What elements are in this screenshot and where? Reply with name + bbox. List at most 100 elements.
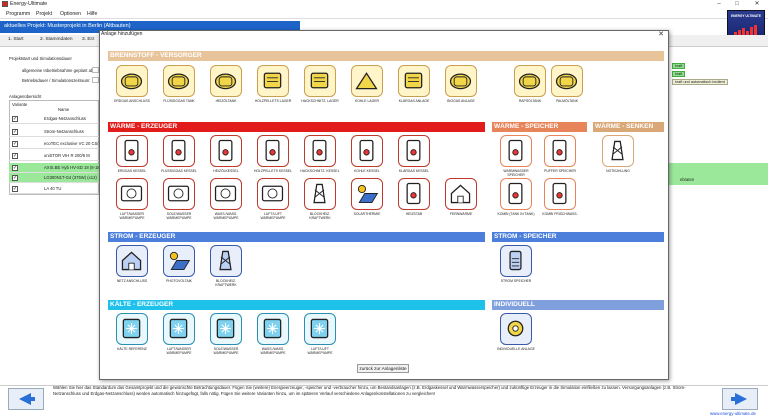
- tile-lpg-tank[interactable]: [163, 65, 195, 97]
- cooling-air-air-icon: [310, 318, 329, 339]
- tile-label: PUFFER SPEICHER: [544, 169, 576, 173]
- tile-cooling-air-air[interactable]: [304, 313, 336, 345]
- tile-lpg-boiler[interactable]: [163, 135, 195, 167]
- tile-combi-fresh-water[interactable]: [544, 178, 576, 210]
- section-waerme-erzeuger: WÄRME - ERZEUGER: [108, 122, 485, 132]
- menu-projekt[interactable]: Projekt: [36, 11, 52, 17]
- row-checkbox[interactable]: ✓: [12, 129, 18, 135]
- coal-pile-icon: [355, 72, 378, 90]
- arrow-left-icon: [19, 393, 35, 405]
- tile-label: PHOTOVOLTAIK: [166, 279, 192, 283]
- auto-operate-button[interactable]: kraft und automatisch bedient: [672, 79, 728, 85]
- tile-gas-boiler[interactable]: [116, 135, 148, 167]
- tile-cooling-reference[interactable]: [116, 313, 148, 345]
- maximize-button[interactable]: □: [730, 0, 744, 8]
- tile-emergency-cooling[interactable]: [602, 135, 634, 167]
- tile-label: KOHLE LAGER: [355, 99, 379, 103]
- menu-optionen[interactable]: Optionen: [60, 11, 81, 17]
- tile-label: BLOCKHEIZ. KRAFTWERK: [215, 279, 237, 288]
- tab-erzeuger[interactable]: 3. Erz: [82, 37, 95, 42]
- tile-coal-boiler[interactable]: [351, 135, 383, 167]
- tile-pellet-storage[interactable]: [257, 65, 289, 97]
- back-to-list-button[interactable]: zurück zur Anlagenliste: [357, 364, 409, 373]
- tile-sewage-gas[interactable]: [398, 65, 430, 97]
- tile-chp[interactable]: [304, 178, 336, 210]
- tile-heating-rod[interactable]: [398, 178, 430, 210]
- tile-biogas[interactable]: [445, 65, 477, 97]
- tile-label: KLÄRGAS KESSEL: [398, 169, 430, 173]
- tab-stammdaten[interactable]: 2. Stammdaten: [40, 37, 73, 42]
- tile-water-water-heatpump[interactable]: [210, 178, 242, 210]
- start-date-field[interactable]: [92, 67, 99, 73]
- back-nav-button[interactable]: [8, 388, 44, 410]
- row-checkbox[interactable]: ✓: [12, 175, 18, 181]
- tile-woodchip-boiler[interactable]: [304, 135, 336, 167]
- forward-nav-button[interactable]: [722, 388, 758, 410]
- tile-individual-plant[interactable]: [500, 313, 532, 345]
- tile-cooling-air-water[interactable]: [163, 313, 195, 345]
- tile-hot-water-tank[interactable]: [500, 135, 532, 167]
- tile-label: ERDGAS KESSEL: [117, 169, 147, 173]
- tile-cooling-water-water[interactable]: [257, 313, 289, 345]
- tile-label: HEIZÖLKESSEL: [213, 169, 239, 173]
- website-link[interactable]: www.energy-ultimate.de: [710, 411, 756, 416]
- row-checkbox[interactable]: ✓: [12, 141, 18, 147]
- tile-solarthermal[interactable]: [351, 178, 383, 210]
- tile-grid-connection[interactable]: [116, 245, 148, 277]
- cooling-air-water-icon: [169, 318, 188, 339]
- tile-label: KOMBI (TANK IN TANK): [497, 212, 535, 216]
- col-variante: Variante: [12, 102, 28, 107]
- tile-label: WASS./WASS. WÄRMEPUMPE: [213, 212, 239, 221]
- tile-coal-pile[interactable]: [351, 65, 383, 97]
- duration-field[interactable]: [92, 77, 99, 83]
- tile-chp-power[interactable]: [210, 245, 242, 277]
- pellet-boiler-icon: [265, 139, 280, 162]
- dialog-close-button[interactable]: ✕: [655, 30, 667, 39]
- tile-air-water-heatpump[interactable]: [116, 178, 148, 210]
- tile-pellet-boiler[interactable]: [257, 135, 289, 167]
- tile-label: KOHLE KESSEL: [354, 169, 380, 173]
- green-button-1[interactable]: kraft: [672, 63, 686, 69]
- section-individuell: INDIVIDUELL: [492, 300, 664, 310]
- tile-oil-boiler[interactable]: [210, 135, 242, 167]
- tile-label: LUFT/WASSER WÄRMEPUMPE: [166, 347, 192, 356]
- minimize-button[interactable]: –: [712, 0, 726, 8]
- row-checkbox[interactable]: ✓: [12, 186, 18, 192]
- row-checkbox[interactable]: ✓: [12, 153, 18, 159]
- tile-combi-tank[interactable]: [500, 178, 532, 210]
- tile-photovoltaic[interactable]: [163, 245, 195, 277]
- tile-oil-tank[interactable]: [210, 65, 242, 97]
- photovoltaic-icon: [169, 251, 191, 271]
- tile-label: FLÜSSIGGAS KESSEL: [161, 169, 197, 173]
- tile-woodchip-storage[interactable]: [304, 65, 336, 97]
- tile-district-heating[interactable]: [445, 178, 477, 210]
- tile-buffer-tank[interactable]: [544, 135, 576, 167]
- tile-air-air-heatpump[interactable]: [257, 178, 289, 210]
- tile-label: NETZ ANSCHLUSS: [116, 279, 148, 283]
- app-title: Energy-Ultimate: [10, 1, 48, 7]
- tile-brine-water-heatpump[interactable]: [163, 178, 195, 210]
- tile-gas-tank[interactable]: [116, 65, 148, 97]
- tile-label: RAPSÖLTANK: [518, 99, 542, 103]
- section-kaelte-erzeuger: KÄLTE - ERZEUGER: [108, 300, 485, 310]
- section-waerme-senken: WÄRME - SENKEN: [593, 122, 664, 132]
- duration-label: Betriebsdauer / Simulationszeitraum:: [22, 78, 91, 83]
- menu-hilfe[interactable]: Hilfe: [87, 11, 97, 17]
- tile-rapeseed-oil[interactable]: [514, 65, 546, 97]
- tile-label: WARMWASSER SPEICHER: [503, 169, 529, 178]
- cooling-brine-water-icon: [216, 318, 235, 339]
- tile-sewage-gas-boiler[interactable]: [398, 135, 430, 167]
- menu-programm[interactable]: Programm: [6, 11, 30, 17]
- section-brennstoff: BRENNSTOFF - VERSORGER: [108, 51, 664, 61]
- tile-label: BIOGAS ANLAGE: [447, 99, 475, 103]
- tab-start[interactable]: 1. Start: [8, 37, 23, 42]
- tile-cooling-brine-water[interactable]: [210, 313, 242, 345]
- row-checkbox[interactable]: ✓: [12, 165, 18, 171]
- title-bar: [0, 0, 768, 9]
- green-button-2[interactable]: kraft: [672, 71, 686, 77]
- tile-power-storage[interactable]: [500, 245, 532, 277]
- row-name: Strom-Netzanschluss: [44, 129, 84, 134]
- close-button[interactable]: ✕: [750, 0, 764, 8]
- row-checkbox[interactable]: ✓: [12, 116, 18, 122]
- tile-palm-oil[interactable]: [551, 65, 583, 97]
